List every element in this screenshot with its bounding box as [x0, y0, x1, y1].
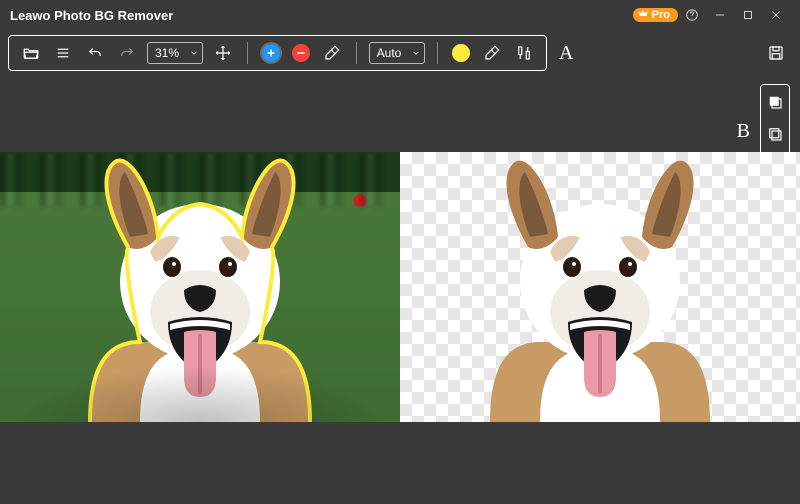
- chevron-down-icon: [408, 48, 424, 58]
- zoom-value: 31%: [148, 46, 186, 60]
- mark-remove-tool[interactable]: [290, 42, 312, 64]
- toolbar-row: 31% Auto: [0, 30, 800, 79]
- undo-icon: [86, 44, 104, 62]
- save-button[interactable]: [764, 41, 788, 65]
- menu-icon: [54, 44, 72, 62]
- app-title: Leawo Photo BG Remover: [10, 8, 173, 23]
- redo-button[interactable]: [115, 41, 139, 65]
- main-toolbar: 31% Auto: [8, 35, 547, 71]
- minimize-button[interactable]: [706, 1, 734, 29]
- eraser-icon: [323, 44, 341, 62]
- open-file-button[interactable]: [19, 41, 43, 65]
- chevron-down-icon: [186, 48, 202, 58]
- result-pane[interactable]: [400, 152, 800, 422]
- bg-transparent-button[interactable]: [764, 123, 786, 145]
- label-b-wrap: B: [737, 120, 750, 143]
- adjust-tool[interactable]: [512, 41, 536, 65]
- toolbar-divider: [247, 42, 248, 64]
- mode-value: Auto: [370, 46, 408, 60]
- pro-badge[interactable]: Pro: [633, 8, 678, 22]
- zoom-select[interactable]: 31%: [147, 42, 203, 64]
- menu-button[interactable]: [51, 41, 75, 65]
- eraser-icon: [483, 44, 501, 62]
- undo-button[interactable]: [83, 41, 107, 65]
- redo-icon: [118, 44, 136, 62]
- minus-icon: [295, 47, 307, 59]
- move-icon: [214, 44, 232, 62]
- layers-icon: [766, 93, 784, 111]
- move-tool[interactable]: [211, 41, 235, 65]
- sliders-icon: [515, 44, 533, 62]
- pro-label: Pro: [652, 9, 670, 21]
- original-image: [50, 152, 350, 422]
- mode-select[interactable]: Auto: [369, 42, 425, 64]
- folder-open-icon: [22, 44, 40, 62]
- close-button[interactable]: [762, 1, 790, 29]
- save-icon: [767, 44, 785, 62]
- right-toolbar: [764, 41, 792, 65]
- help-button[interactable]: [678, 1, 706, 29]
- window-buttons: [678, 1, 790, 29]
- mark-keep-tool[interactable]: [260, 42, 282, 64]
- toolbar-divider: [437, 42, 438, 64]
- highlight-tool[interactable]: [450, 42, 472, 64]
- maximize-button[interactable]: [734, 1, 762, 29]
- maximize-icon: [741, 8, 755, 22]
- toolbar-divider: [356, 42, 357, 64]
- bg-solid-button[interactable]: [764, 91, 786, 113]
- result-image: [450, 152, 750, 422]
- eraser2-tool[interactable]: [480, 41, 504, 65]
- label-b: B: [737, 120, 750, 143]
- close-icon: [769, 8, 783, 22]
- workspace: [0, 152, 800, 422]
- crown-icon: [637, 9, 649, 21]
- titlebar: Leawo Photo BG Remover Pro: [0, 0, 800, 30]
- plus-icon: [265, 47, 277, 59]
- minimize-icon: [713, 8, 727, 22]
- help-icon: [685, 8, 699, 22]
- original-pane[interactable]: [0, 152, 400, 422]
- eraser-tool[interactable]: [320, 41, 344, 65]
- label-a: A: [559, 42, 573, 65]
- copy-icon: [766, 125, 784, 143]
